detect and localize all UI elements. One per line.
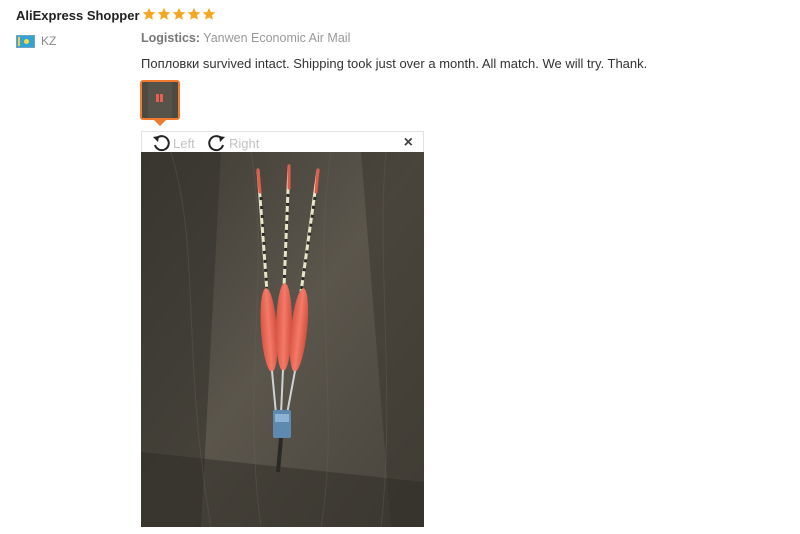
rotate-right-icon xyxy=(208,135,225,152)
kazakhstan-flag-icon xyxy=(16,34,35,48)
rating-stars xyxy=(142,7,216,21)
logistics-label: Logistics: xyxy=(141,31,201,45)
rotate-right-label: Right xyxy=(229,135,260,151)
review-photo-thumbnail[interactable] xyxy=(140,80,180,120)
thumbnail-image xyxy=(142,82,178,118)
photo-viewer-toolbar: Left Right × xyxy=(141,131,424,152)
thumbnail-pointer xyxy=(154,120,166,126)
star-icon xyxy=(172,7,186,20)
review-text: Поплoвки survived intact. Shipping took … xyxy=(141,56,648,71)
logistics-info: Logistics: Yanwen Economic Air Mail xyxy=(141,31,350,45)
fishing-floats-photo xyxy=(141,152,424,527)
rotate-left-icon xyxy=(153,135,170,152)
rotate-right-button[interactable]: Right xyxy=(207,133,259,153)
reviewer-country: KZ xyxy=(16,34,56,48)
reviewer-name: AliExpress Shopper xyxy=(16,8,140,23)
rotate-left-button[interactable]: Left xyxy=(151,133,195,153)
country-code: KZ xyxy=(41,34,57,48)
review-photo-large xyxy=(141,152,424,527)
logistics-value: Yanwen Economic Air Mail xyxy=(203,31,351,45)
close-viewer-button[interactable]: × xyxy=(404,133,413,153)
star-icon xyxy=(157,7,171,20)
star-icon xyxy=(187,7,201,20)
star-icon xyxy=(202,7,216,20)
rotate-left-label: Left xyxy=(173,135,195,151)
star-icon xyxy=(142,7,156,20)
